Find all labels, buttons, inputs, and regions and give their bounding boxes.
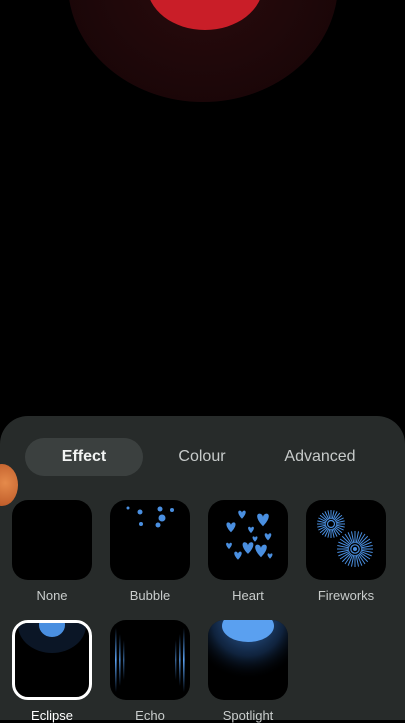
tab-bar: Effect Colour Advanced bbox=[25, 438, 380, 476]
effect-option-eclipse[interactable]: Eclipse bbox=[12, 620, 92, 723]
tab-colour[interactable]: Colour bbox=[155, 438, 249, 476]
lighting-preview bbox=[0, 0, 405, 420]
none-effect-icon[interactable] bbox=[12, 500, 92, 580]
effect-option-heart[interactable]: Heart bbox=[208, 500, 288, 603]
echo-effect-icon[interactable] bbox=[110, 620, 190, 700]
bubble-effect-icon[interactable] bbox=[110, 500, 190, 580]
heart-effect-icon[interactable] bbox=[208, 500, 288, 580]
effect-option-fireworks[interactable]: Fireworks bbox=[306, 500, 386, 603]
effect-option-bubble[interactable]: Bubble bbox=[110, 500, 190, 603]
eclipse-effect-icon[interactable] bbox=[12, 620, 92, 700]
effect-label: Fireworks bbox=[317, 588, 375, 603]
effect-label: Heart bbox=[232, 588, 264, 603]
effect-label: None bbox=[36, 588, 68, 603]
tab-advanced[interactable]: Advanced bbox=[265, 438, 375, 476]
tab-effect[interactable]: Effect bbox=[25, 438, 143, 476]
effects-panel: Effect Colour Advanced None Bubble Heart… bbox=[0, 416, 405, 723]
effect-option-none[interactable]: None bbox=[12, 500, 92, 603]
effect-label: Bubble bbox=[129, 588, 171, 603]
effect-label: Echo bbox=[135, 708, 165, 723]
effect-option-spotlight[interactable]: Spotlight bbox=[208, 620, 288, 723]
effect-label: Eclipse bbox=[31, 708, 73, 723]
effect-option-echo[interactable]: Echo bbox=[110, 620, 190, 723]
spotlight-effect-icon[interactable] bbox=[208, 620, 288, 700]
fireworks-effect-icon[interactable] bbox=[306, 500, 386, 580]
effect-label: Spotlight bbox=[222, 708, 274, 723]
